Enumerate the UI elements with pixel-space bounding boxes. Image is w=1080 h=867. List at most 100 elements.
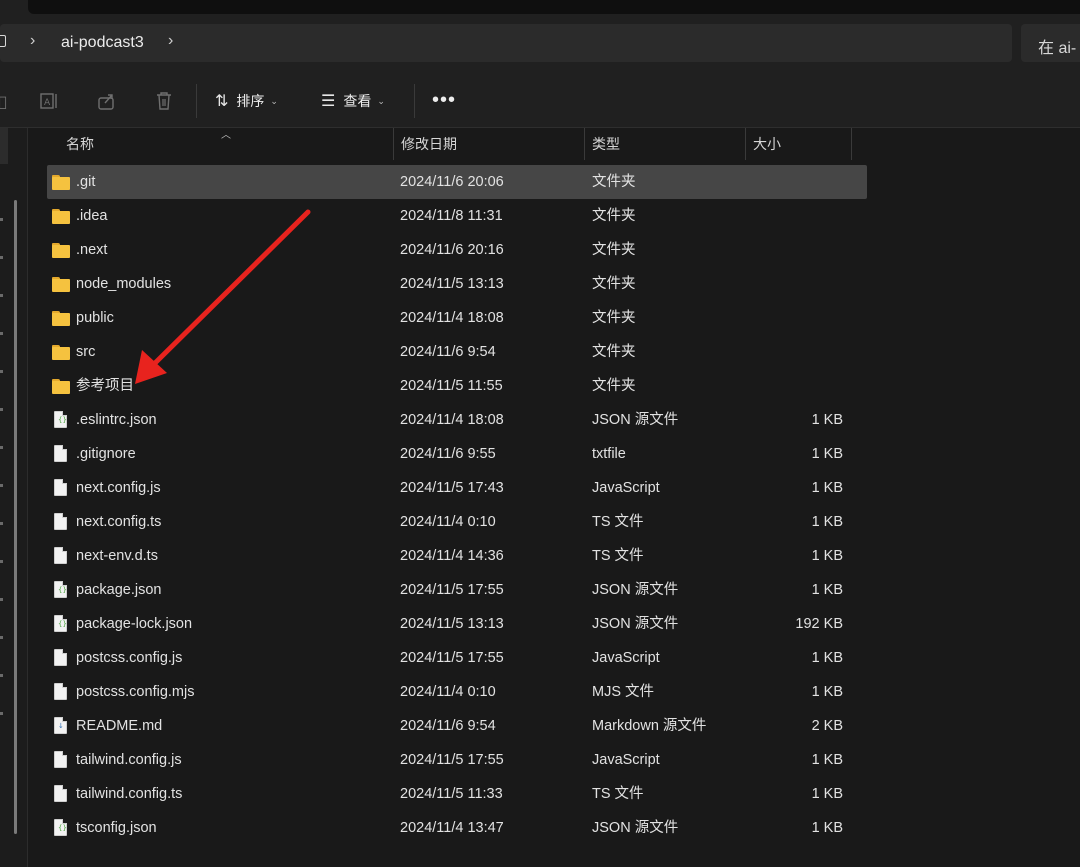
file-size: 1 KB bbox=[811, 752, 843, 768]
search-placeholder: 在 ai- bbox=[1038, 40, 1077, 57]
nav-item-marker bbox=[0, 560, 3, 563]
file-type: JSON 源文件 bbox=[592, 582, 679, 598]
file-type: Markdown 源文件 bbox=[592, 718, 707, 734]
file-name: postcss.config.js bbox=[76, 650, 183, 666]
file-row[interactable]: postcss.config.js 2024/11/5 17:55 JavaScri… bbox=[29, 641, 849, 675]
chevron-right-icon[interactable]: › bbox=[168, 32, 173, 50]
file-size: 1 KB bbox=[811, 514, 843, 530]
nav-item-marker bbox=[0, 522, 3, 525]
folder-icon bbox=[52, 208, 70, 224]
column-header-name[interactable]: 名称 bbox=[58, 128, 394, 160]
file-name: tailwind.config.ts bbox=[76, 786, 183, 802]
chevron-down-icon: ⌄ bbox=[377, 95, 385, 106]
share-icon[interactable] bbox=[97, 92, 117, 110]
file-row[interactable]: .idea 2024/11/8 11:31 文件夹 bbox=[29, 199, 849, 233]
nav-item-marker bbox=[0, 674, 3, 677]
file-type: txtfile bbox=[592, 446, 626, 462]
file-type: TS 文件 bbox=[592, 514, 644, 530]
search-input[interactable]: 在 ai- bbox=[1021, 24, 1080, 62]
file-type: JSON 源文件 bbox=[592, 616, 679, 632]
file-size: 1 KB bbox=[811, 650, 843, 666]
view-button[interactable]: ☰ 查看 ⌄ bbox=[321, 90, 385, 112]
file-size: 1 KB bbox=[811, 820, 843, 836]
json-file-icon: {} bbox=[54, 581, 67, 598]
file-row[interactable]: node_modules 2024/11/5 13:13 文件夹 bbox=[29, 267, 849, 301]
nav-selected-indicator bbox=[0, 128, 8, 164]
file-name: tailwind.config.js bbox=[76, 752, 182, 768]
file-size bbox=[749, 199, 843, 233]
file-row[interactable]: {} .eslintrc.json 2024/11/4 18:08 JSON 源文件 1… bbox=[29, 403, 849, 437]
chevron-down-icon: ⌄ bbox=[270, 95, 278, 106]
sort-button[interactable]: ⇅ 排序 ⌄ bbox=[215, 90, 278, 112]
file-modified-date: 2024/11/4 14:36 bbox=[400, 548, 504, 564]
file-row[interactable]: 参考项目 2024/11/5 11:55 文件夹 bbox=[29, 369, 849, 403]
column-header-date[interactable]: 修改日期 bbox=[393, 128, 585, 160]
file-row[interactable]: next.config.ts 2024/11/4 0:10 TS 文件 1 KB bbox=[29, 505, 849, 539]
file-modified-date: 2024/11/6 20:16 bbox=[400, 242, 504, 258]
file-name: next.config.js bbox=[76, 480, 161, 496]
file-size bbox=[749, 335, 843, 369]
file-name: next.config.ts bbox=[76, 514, 162, 530]
column-header-size[interactable]: 大小 bbox=[745, 128, 852, 160]
file-modified-date: 2024/11/4 18:08 bbox=[400, 310, 504, 326]
file-name: package-lock.json bbox=[76, 616, 193, 632]
file-row[interactable]: .gitignore 2024/11/6 9:55 txtfile 1 KB bbox=[29, 437, 849, 471]
file-row[interactable]: src 2024/11/6 9:54 文件夹 bbox=[29, 335, 849, 369]
file-row[interactable]: tailwind.config.ts 2024/11/5 11:33 TS 文件 1 … bbox=[29, 777, 849, 811]
more-options-button[interactable]: ••• bbox=[432, 89, 456, 112]
file-size: 1 KB bbox=[811, 582, 843, 598]
file-row[interactable]: postcss.config.mjs 2024/11/4 0:10 MJS 文件 1 … bbox=[29, 675, 849, 709]
command-bar: ◧ A ⇅ 排序 ⌄ ☰ 查看 ⌄ ••• bbox=[0, 72, 1080, 128]
file-modified-date: 2024/11/6 9:54 bbox=[400, 718, 496, 734]
file-name: public bbox=[76, 310, 114, 326]
nav-item-marker bbox=[0, 408, 3, 411]
file-row[interactable]: next.config.js 2024/11/5 17:43 JavaScript 1… bbox=[29, 471, 849, 505]
file-size bbox=[749, 165, 843, 199]
folder-icon bbox=[52, 344, 70, 360]
file-type: 文件夹 bbox=[592, 378, 636, 394]
file-type: TS 文件 bbox=[592, 786, 644, 802]
file-modified-date: 2024/11/8 11:31 bbox=[400, 208, 503, 224]
file-row[interactable]: tailwind.config.js 2024/11/5 17:55 JavaScr… bbox=[29, 743, 849, 777]
file-row[interactable]: next-env.d.ts 2024/11/4 14:36 TS 文件 1 KB bbox=[29, 539, 849, 573]
file-row[interactable]: {} package-lock.json 2024/11/5 13:13 JSON 源… bbox=[29, 607, 849, 641]
address-bar[interactable]: › ai-podcast3 › bbox=[0, 24, 1012, 62]
breadcrumb-current-folder[interactable]: ai-podcast3 bbox=[61, 34, 144, 52]
file-icon bbox=[54, 683, 67, 700]
nav-item-marker bbox=[0, 598, 3, 601]
file-icon bbox=[54, 445, 67, 462]
file-size: 192 KB bbox=[795, 616, 843, 632]
sort-label: 排序 bbox=[236, 93, 265, 109]
file-icon bbox=[54, 785, 67, 802]
file-modified-date: 2024/11/6 20:06 bbox=[400, 174, 504, 190]
file-row[interactable]: .git 2024/11/6 20:06 文件夹 bbox=[47, 165, 867, 199]
markdown-file-icon: ↓ bbox=[54, 717, 67, 734]
file-modified-date: 2024/11/4 18:08 bbox=[400, 412, 504, 428]
this-pc-icon[interactable] bbox=[0, 35, 6, 47]
file-row[interactable]: ↓ README.md 2024/11/6 9:54 Markdown 源文件 2 KB bbox=[29, 709, 849, 743]
delete-icon[interactable] bbox=[154, 92, 174, 110]
title-bar bbox=[0, 0, 1080, 24]
file-name: src bbox=[76, 344, 96, 360]
file-size bbox=[749, 301, 843, 335]
file-size: 1 KB bbox=[811, 684, 843, 700]
file-row[interactable]: {} tsconfig.json 2024/11/4 13:47 JSON 源文件 1 … bbox=[29, 811, 849, 845]
file-type: JSON 源文件 bbox=[592, 412, 679, 428]
file-modified-date: 2024/11/5 17:55 bbox=[400, 650, 504, 666]
sort-icon: ⇅ bbox=[215, 93, 229, 110]
nav-scrollbar[interactable] bbox=[14, 200, 17, 834]
file-size bbox=[749, 369, 843, 403]
folder-icon bbox=[52, 378, 70, 394]
file-row[interactable]: public 2024/11/4 18:08 文件夹 bbox=[29, 301, 849, 335]
file-modified-date: 2024/11/5 11:55 bbox=[400, 378, 503, 394]
new-item-icon[interactable]: ◧ bbox=[0, 92, 10, 111]
file-row[interactable]: {} package.json 2024/11/5 17:55 JSON 源文件 1 K… bbox=[29, 573, 849, 607]
file-row[interactable]: .next 2024/11/6 20:16 文件夹 bbox=[29, 233, 849, 267]
json-file-icon: {} bbox=[54, 819, 67, 836]
file-name: README.md bbox=[76, 718, 163, 734]
rename-icon[interactable]: A bbox=[40, 92, 60, 110]
file-name: .next bbox=[76, 242, 108, 258]
column-header-type[interactable]: 类型 bbox=[584, 128, 746, 160]
chevron-right-icon[interactable]: › bbox=[30, 32, 35, 50]
file-modified-date: 2024/11/6 9:55 bbox=[400, 446, 496, 462]
